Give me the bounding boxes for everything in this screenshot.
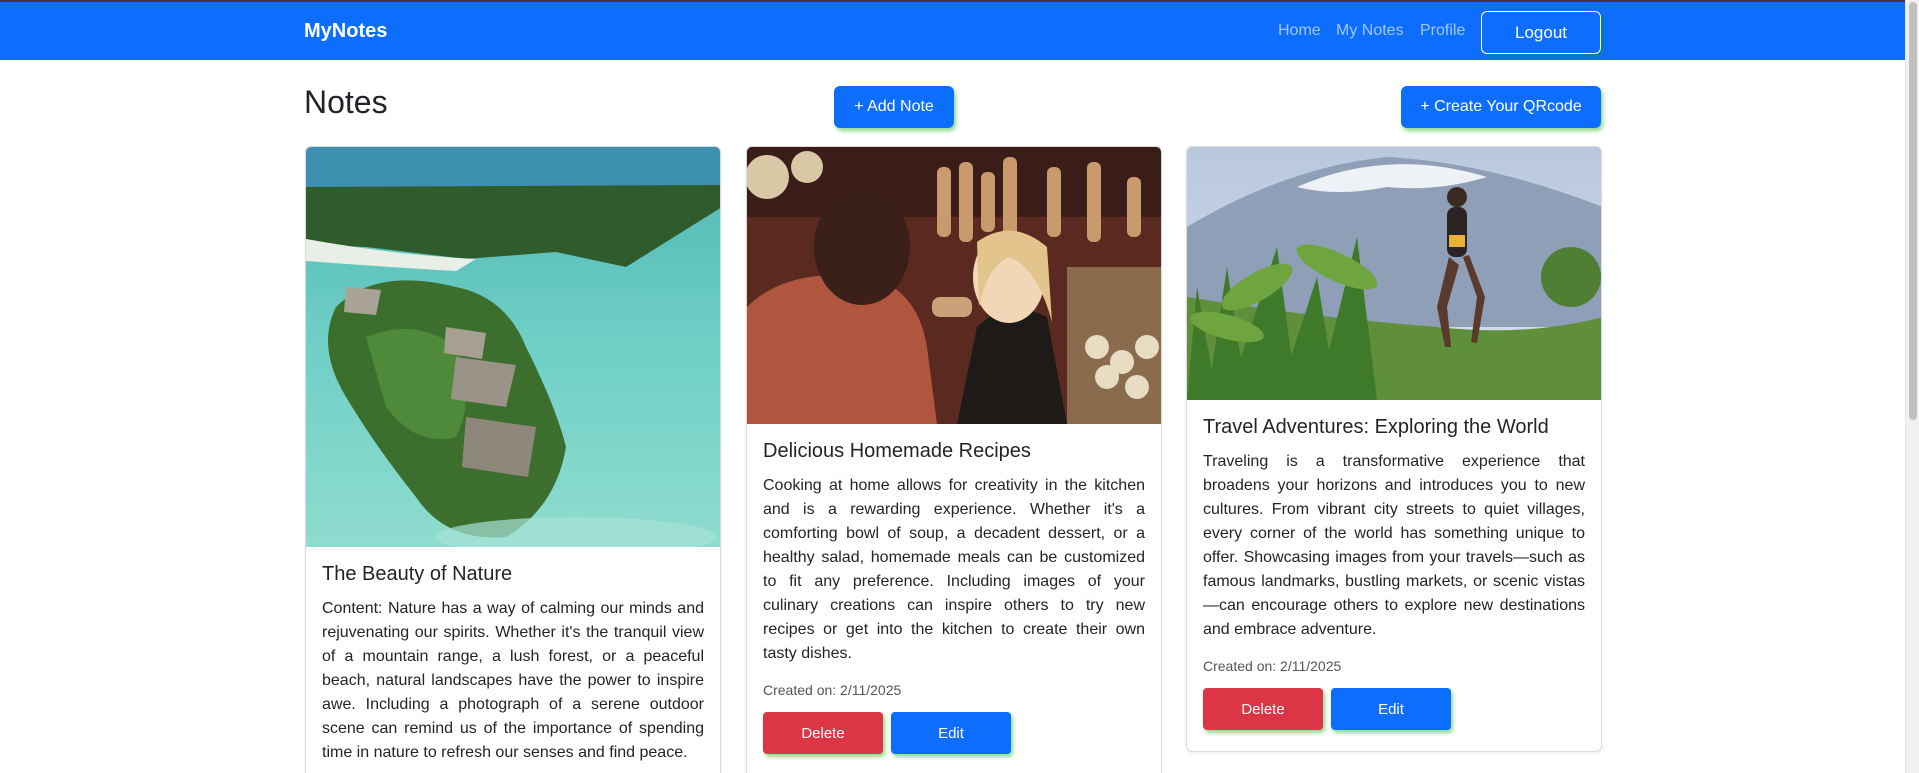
note-content: Traveling is a transformative experience… (1203, 453, 1585, 638)
page: MyNotes Home My Notes Profile Logout Not… (0, 0, 1919, 773)
note-content: Cooking at home allows for creativity in… (763, 477, 1145, 662)
create-qrcode-button[interactable]: + Create Your QRcode (1401, 86, 1601, 128)
note-card: The Beauty of Nature Content: Nature has… (305, 146, 721, 773)
scrollbar-thumb[interactable] (1909, 2, 1917, 420)
edit-button[interactable]: Edit (891, 712, 1011, 754)
note-card: Delicious Homemade Recipes Cooking at ho… (746, 146, 1162, 773)
edit-button[interactable]: Edit (1331, 688, 1451, 730)
vertical-scrollbar[interactable] (1905, 0, 1919, 773)
navbar: MyNotes Home My Notes Profile Logout (0, 0, 1905, 60)
nav-link-profile[interactable]: Profile (1420, 22, 1465, 40)
card-actions: Delete Edit (1203, 688, 1585, 730)
nav-link-my-notes[interactable]: My Notes (1336, 22, 1404, 40)
created-date: Created on: 2/11/2025 (1203, 658, 1342, 674)
mountain-runner-photo (1187, 147, 1601, 400)
note-title: The Beauty of Nature (322, 563, 513, 585)
market-spices-photo (747, 147, 1161, 424)
navbar-brand[interactable]: MyNotes (304, 20, 387, 43)
add-note-button[interactable]: + Add Note (834, 86, 954, 128)
note-title: Travel Adventures: Exploring the World (1203, 416, 1549, 438)
island-aerial-photo (306, 147, 720, 547)
nav-link-home[interactable]: Home (1278, 22, 1321, 40)
page-title: Notes (304, 84, 388, 120)
created-date: Created on: 2/11/2025 (763, 682, 902, 698)
delete-button[interactable]: Delete (763, 712, 883, 754)
card-actions: Delete Edit (763, 712, 1145, 754)
note-content: Content: Nature has a way of calming our… (322, 600, 704, 761)
note-card: Travel Adventures: Exploring the World T… (1186, 146, 1602, 752)
note-title: Delicious Homemade Recipes (763, 440, 1031, 462)
delete-button[interactable]: Delete (1203, 688, 1323, 730)
logout-button[interactable]: Logout (1481, 11, 1601, 54)
